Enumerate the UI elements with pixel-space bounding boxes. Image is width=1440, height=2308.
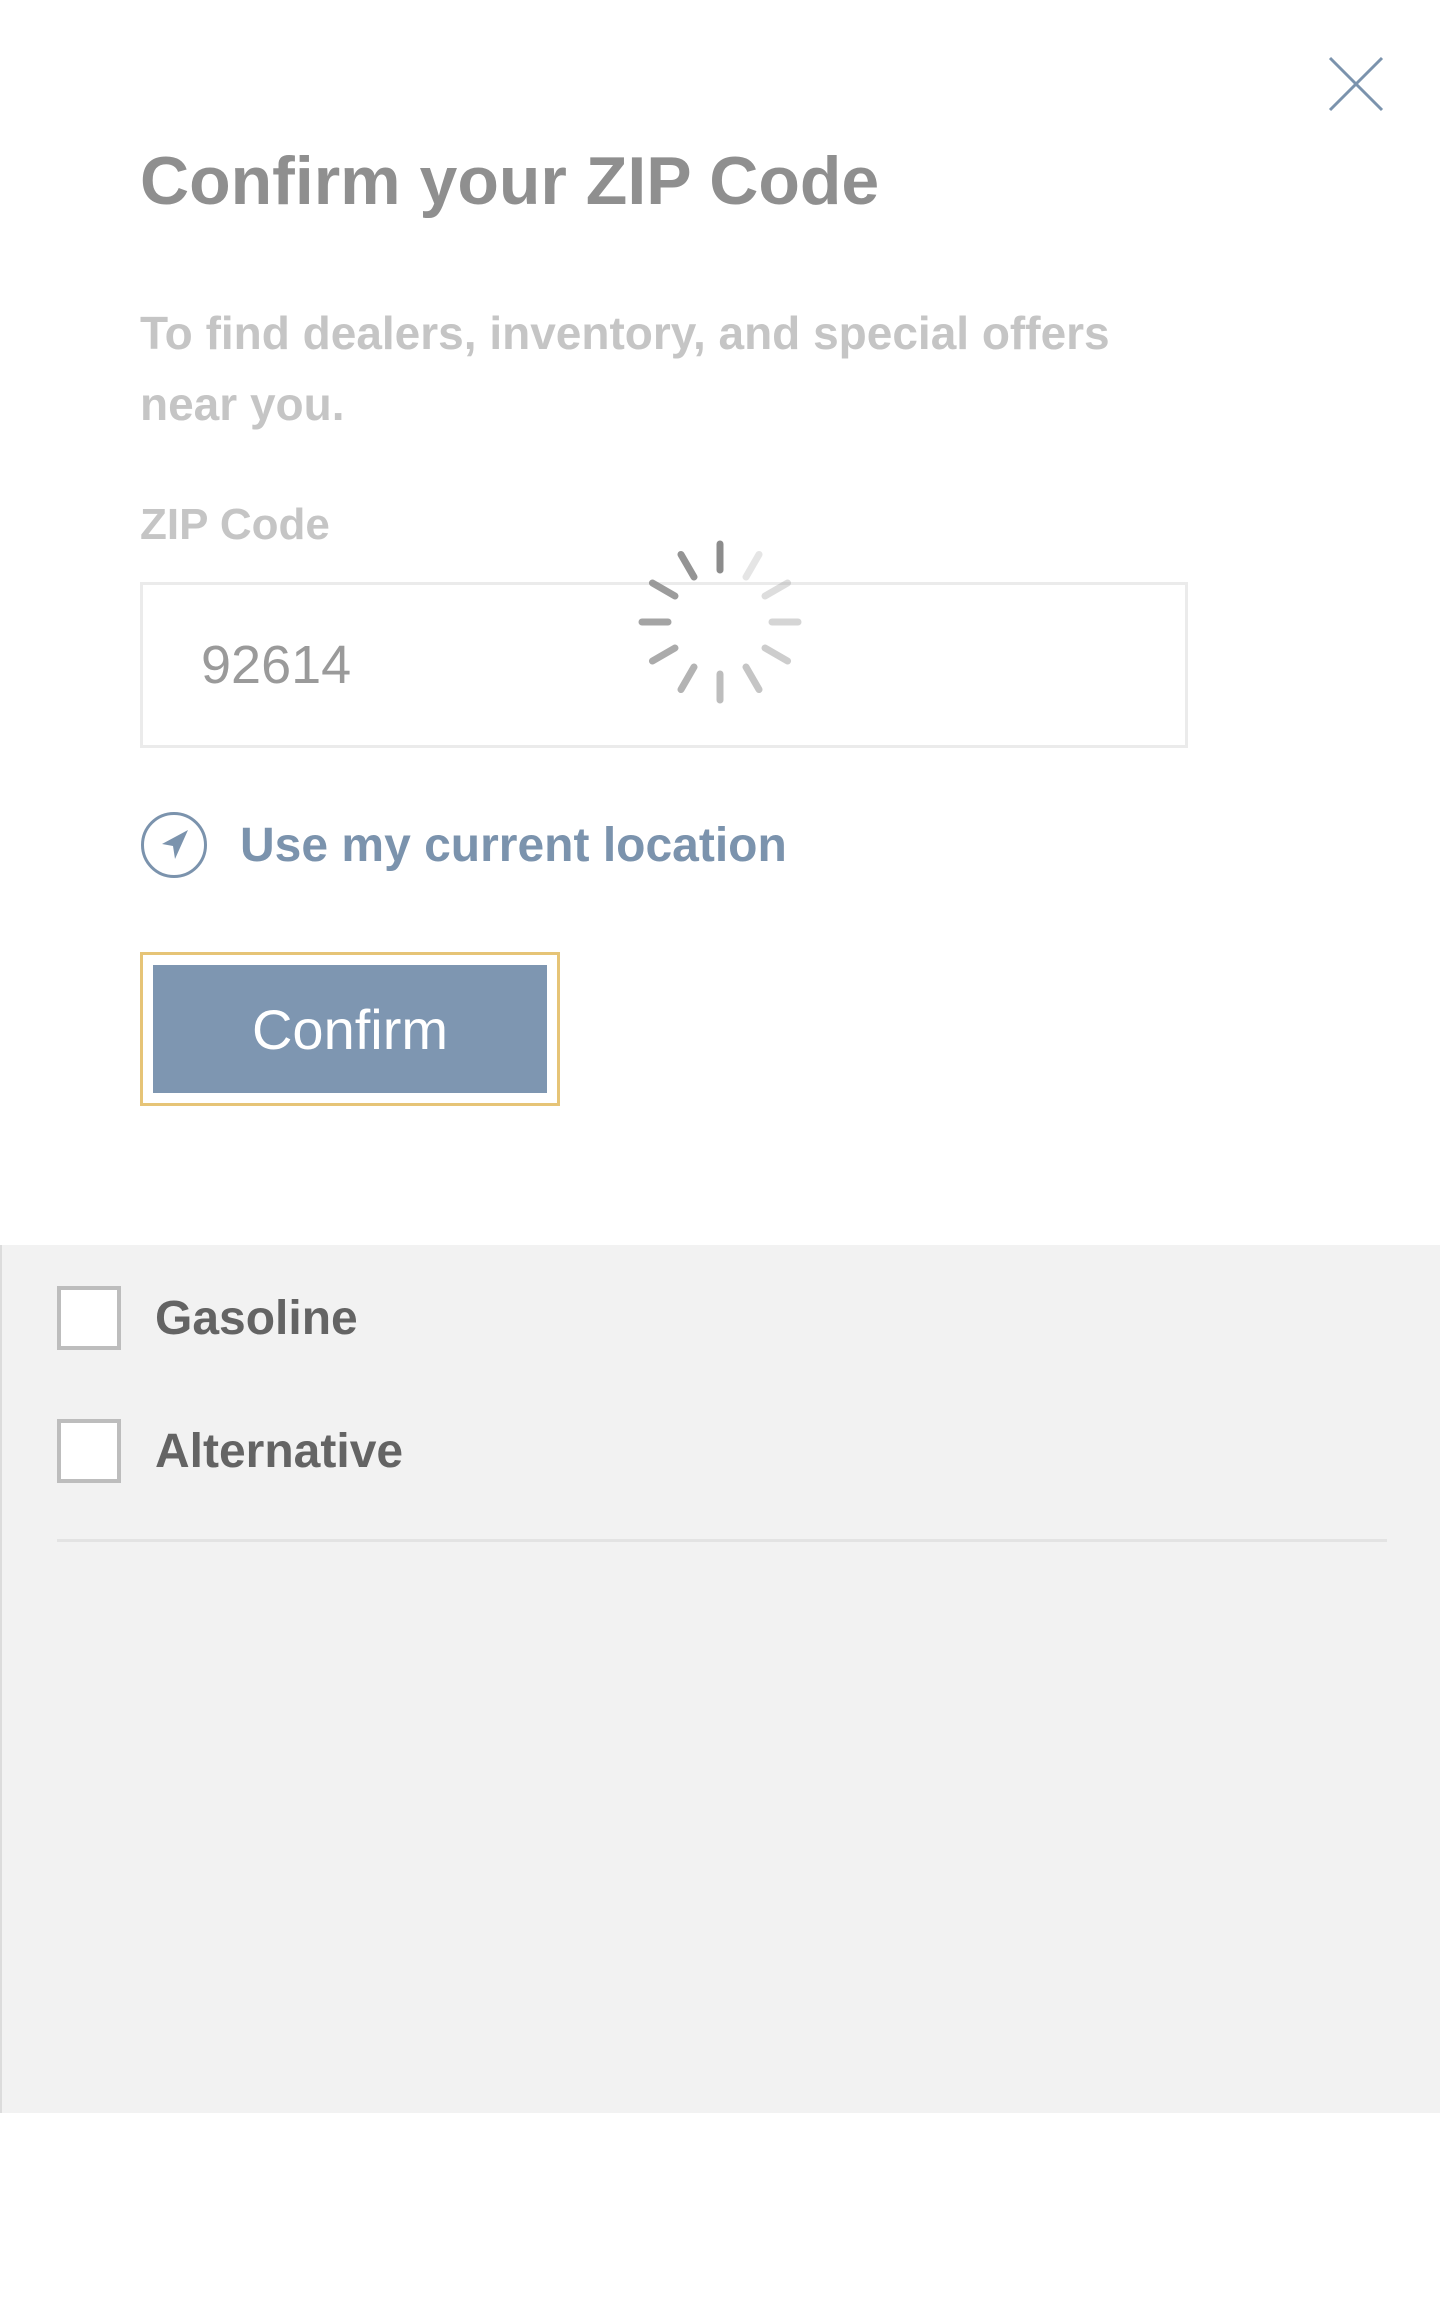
checkbox-alternative[interactable]: [57, 1419, 121, 1483]
spinner-tick: [648, 644, 679, 665]
spinner-tick: [742, 663, 763, 694]
use-current-location-link[interactable]: Use my current location: [140, 810, 787, 880]
spinner-tick: [677, 663, 698, 694]
close-button[interactable]: [1318, 46, 1394, 122]
filter-option-label: Alternative: [155, 1424, 404, 1478]
modal-title: Confirm your ZIP Code: [140, 143, 880, 219]
use-current-location-label: Use my current location: [240, 818, 787, 872]
confirm-button-label: Confirm: [153, 965, 547, 1093]
spinner-tick: [677, 550, 698, 581]
zip-code-label: ZIP Code: [140, 500, 330, 549]
spinner-tick: [648, 579, 679, 600]
modal-subtitle: To find dealers, inventory, and special …: [140, 307, 1110, 430]
filter-option-alternative[interactable]: Alternative: [57, 1419, 403, 1483]
navigation-arrow-icon: [141, 812, 207, 878]
spinner-tick: [761, 579, 792, 600]
spinner-tick: [761, 644, 792, 665]
filter-option-label: Gasoline: [155, 1291, 358, 1345]
fuel-type-filter-panel: Gasoline Alternative: [0, 1245, 1440, 2113]
checkbox-gasoline[interactable]: [57, 1286, 121, 1350]
filter-option-gasoline[interactable]: Gasoline: [57, 1286, 358, 1350]
zip-code-modal: Confirm your ZIP Code To find dealers, i…: [0, 0, 1440, 1245]
confirm-button[interactable]: Confirm: [140, 952, 560, 1106]
loading-spinner-icon: [632, 534, 808, 710]
close-icon: [1328, 56, 1384, 112]
spinner-tick: [742, 550, 763, 581]
filter-divider: [57, 1539, 1387, 1542]
